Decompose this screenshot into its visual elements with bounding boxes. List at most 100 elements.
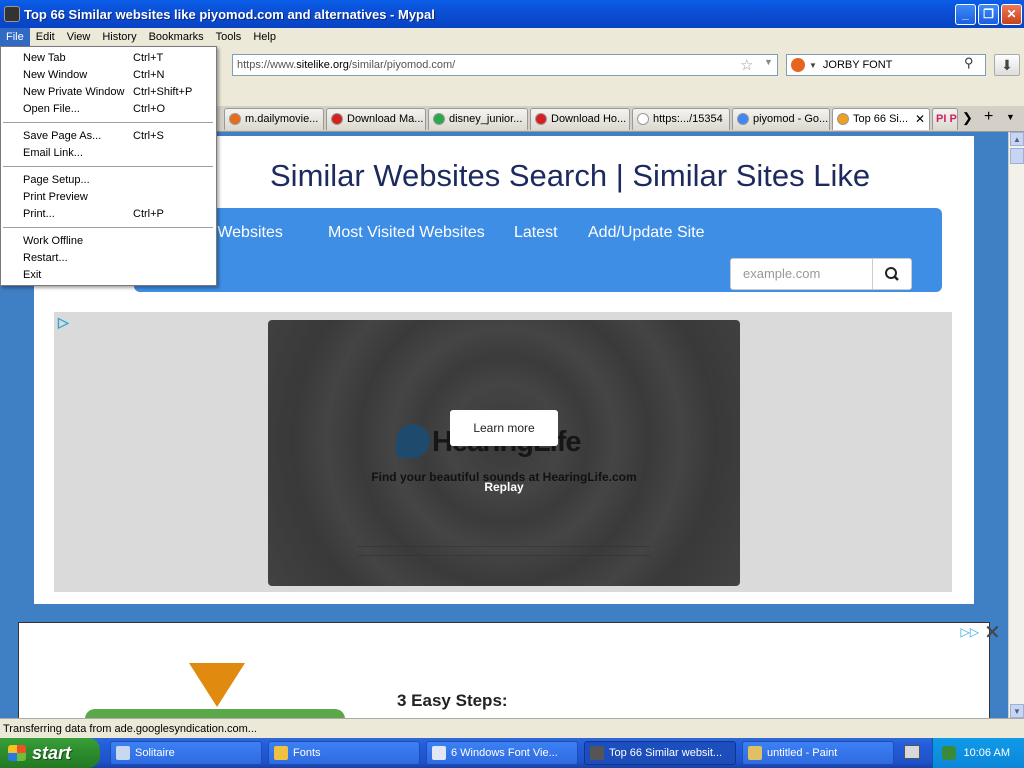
url-domain: sitelike.org — [296, 59, 349, 71]
bookmark-toolbar — [216, 82, 1024, 106]
new-tab-plus-icon[interactable]: + — [984, 108, 993, 126]
shortcut-new-tab: Ctrl+T — [133, 52, 164, 64]
chevron-down-icon[interactable]: ▼ — [809, 61, 817, 70]
menu-item-email-link[interactable]: Email Link... — [23, 147, 83, 159]
search-engine-input[interactable]: ▼ JORBY FONT — [786, 54, 986, 76]
close-window-button[interactable]: ✕ — [1001, 3, 1022, 25]
ad-green-button[interactable] — [85, 709, 345, 718]
tab-6[interactable]: piyomod - Go... — [732, 108, 830, 130]
scroll-down-icon[interactable]: ▼ — [1010, 704, 1024, 718]
shortcut-open-file: Ctrl+O — [133, 103, 166, 115]
url-prefix: https://www. — [237, 59, 297, 71]
tab-4[interactable]: Download Ho... — [530, 108, 630, 130]
menu-item-new-private-window[interactable]: New Private Window — [23, 86, 124, 98]
list-all-tabs-icon[interactable]: ▼ — [1006, 112, 1015, 122]
task-solitaire[interactable]: Solitaire — [110, 741, 262, 765]
menu-tools[interactable]: Tools — [210, 28, 248, 46]
tab-label: Download Ma... — [347, 113, 424, 125]
nav-add-update[interactable]: Add/Update Site — [588, 224, 705, 242]
tab-2[interactable]: Download Ma... — [326, 108, 426, 130]
menu-item-print-preview[interactable]: Print Preview — [23, 191, 88, 203]
learn-more-button[interactable]: Learn more — [450, 410, 558, 446]
scroll-thumb[interactable] — [1010, 148, 1024, 164]
menu-file[interactable]: File — [0, 28, 30, 46]
tab-5[interactable]: https:.../15354 — [632, 108, 730, 130]
menu-item-exit[interactable]: Exit — [23, 269, 41, 281]
shortcut-print: Ctrl+P — [133, 208, 164, 220]
task-mypal[interactable]: Top 66 Similar websit... — [584, 741, 736, 765]
keyboard-icon[interactable] — [904, 745, 920, 759]
download-button[interactable]: ⬇ — [994, 54, 1020, 76]
task-label: Fonts — [293, 747, 321, 759]
menu-item-save-page-as[interactable]: Save Page As... — [23, 130, 101, 142]
search-text: JORBY FONT — [822, 59, 893, 71]
status-bar: Transferring data from ade.googlesyndica… — [0, 718, 1024, 738]
shortcut-new-window: Ctrl+N — [133, 69, 165, 81]
file-menu-dropdown: New Tab Ctrl+T New Window Ctrl+N New Pri… — [0, 46, 217, 286]
menu-item-restart[interactable]: Restart... — [23, 252, 68, 264]
close-tab-icon[interactable]: ✕ — [915, 109, 925, 129]
shortcut-new-private-window: Ctrl+Shift+P — [133, 86, 193, 98]
maximize-button[interactable]: ❐ — [978, 3, 999, 25]
menu-edit[interactable]: Edit — [30, 28, 61, 46]
tab-favicon-icon — [331, 113, 343, 125]
scroll-up-icon[interactable]: ▲ — [1010, 132, 1024, 146]
minimize-button[interactable]: _ — [955, 3, 976, 25]
menu-item-open-file[interactable]: Open File... — [23, 103, 80, 115]
menu-bookmarks[interactable]: Bookmarks — [143, 28, 210, 46]
tab-label: Top 66 Si... — [853, 113, 909, 125]
ad-banner: ▷ HearingLife Find your beautiful sounds… — [54, 312, 952, 592]
window-title: Top 66 Similar websites like piyomod.com… — [24, 6, 435, 22]
ad-video[interactable]: HearingLife Find your beautiful sounds a… — [268, 320, 740, 586]
tab-1[interactable]: m.dailymovie... — [224, 108, 324, 130]
menu-history[interactable]: History — [96, 28, 142, 46]
task-font-viewer[interactable]: 6 Windows Font Vie... — [426, 741, 578, 765]
tab-favicon-icon — [837, 113, 849, 125]
replay-button[interactable]: Replay — [268, 480, 740, 494]
close-ad-icon[interactable]: ✕ — [984, 620, 1001, 645]
search-engine-icon[interactable] — [791, 58, 805, 72]
menu-item-print[interactable]: Print... — [23, 208, 55, 220]
window-group-icon — [432, 746, 446, 760]
menu-separator — [3, 122, 213, 123]
folder-icon — [274, 746, 288, 760]
nav-most-visited[interactable]: Most Visited Websites — [328, 224, 485, 242]
task-paint[interactable]: untitled - Paint — [742, 741, 894, 765]
vertical-scrollbar[interactable]: ▲ ▼ — [1008, 132, 1024, 718]
menu-item-work-offline[interactable]: Work Offline — [23, 235, 83, 247]
url-dropdown-icon[interactable]: ▼ — [764, 57, 773, 67]
tray-network-icon[interactable] — [942, 746, 956, 760]
tab-label: m.dailymovie... — [245, 113, 319, 125]
paint-icon — [748, 746, 762, 760]
bookmark-star-icon[interactable]: ☆ — [740, 56, 753, 74]
menu-item-new-tab[interactable]: New Tab — [23, 52, 66, 64]
site-search-button[interactable] — [872, 258, 912, 290]
download-arrow-icon: ⬇ — [1001, 57, 1013, 73]
task-fonts[interactable]: Fonts — [268, 741, 420, 765]
tab-favicon-icon — [433, 113, 445, 125]
tab-8[interactable]: PI P — [932, 108, 958, 130]
ad-fine-print — [358, 546, 650, 556]
mypal-icon — [590, 746, 604, 760]
tab-3[interactable]: disney_junior... — [428, 108, 528, 130]
tab-active[interactable]: Top 66 Si... ✕ — [832, 108, 930, 130]
site-search-input[interactable]: example.com — [730, 258, 874, 290]
menu-item-new-window[interactable]: New Window — [23, 69, 87, 81]
scroll-tabs-right-icon[interactable]: ❯ — [962, 110, 973, 126]
menu-help[interactable]: Help — [247, 28, 282, 46]
tab-label: piyomod - Go... — [753, 113, 829, 125]
tab-label: Download Ho... — [551, 113, 627, 125]
nav-latest[interactable]: Latest — [514, 224, 558, 242]
tab-favicon-icon — [229, 113, 241, 125]
window-titlebar: Top 66 Similar websites like piyomod.com… — [0, 0, 1024, 28]
url-bar[interactable]: https://www.sitelike.org/similar/piyomod… — [232, 54, 778, 76]
adchoices-icon[interactable]: ▷▷ — [961, 625, 979, 639]
tab-label: PI P — [936, 113, 957, 125]
solitaire-icon — [116, 746, 130, 760]
menu-view[interactable]: View — [61, 28, 97, 46]
search-icon[interactable]: ⚲ — [964, 55, 974, 71]
menu-item-page-setup[interactable]: Page Setup... — [23, 174, 90, 186]
task-label: Solitaire — [135, 747, 175, 759]
adchoices-icon[interactable]: ▷ — [58, 314, 69, 331]
task-label: Top 66 Similar websit... — [609, 747, 723, 759]
